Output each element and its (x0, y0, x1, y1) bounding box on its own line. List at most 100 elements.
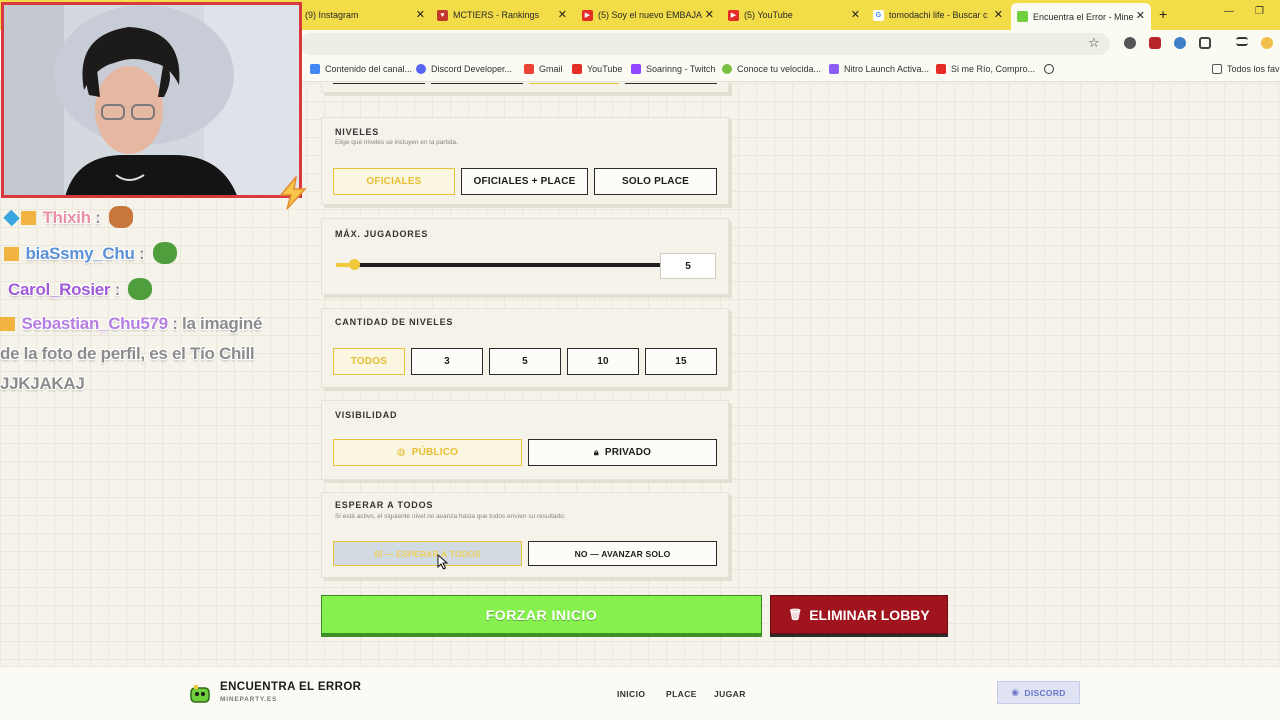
speedtest-icon (722, 64, 732, 74)
globe-icon (1044, 64, 1054, 74)
section-title: CANTIDAD DE NIVELES (335, 317, 454, 327)
trash-icon: 🗑︎ (788, 609, 803, 621)
discord-icon: ◉ (1011, 687, 1020, 697)
close-icon[interactable]: ✕ (1136, 9, 1145, 22)
gmail-icon (524, 64, 534, 74)
bookmark-item[interactable]: Soarinng - Twitch (631, 64, 715, 74)
close-icon[interactable]: ✕ (994, 8, 1003, 21)
chat-message: Thixih : (3, 206, 133, 228)
chat-text: JJKJAKAJ (0, 374, 85, 393)
chat-message-continued: de la foto de perfil, es el Tío Chill (0, 344, 255, 364)
bookmark-item[interactable]: Si me Río, Compro... (936, 64, 1035, 74)
profile-avatar[interactable] (1261, 37, 1273, 49)
google-icon: G (873, 9, 884, 21)
puzzle-icon[interactable] (1199, 37, 1211, 49)
lock-icon: 🔒︎ (593, 447, 599, 457)
card-visibilidad: VISIBILIDAD ◍ PÚBLICO 🔒︎ PRIVADO (321, 400, 729, 480)
menu-icon[interactable] (1236, 37, 1248, 46)
site-footer: ENCUENTRA EL ERROR MINEPARTY.ES INICIO P… (0, 666, 1280, 720)
twitch-icon (631, 64, 641, 74)
option-button[interactable] (529, 83, 619, 84)
crown-badge-icon (21, 211, 36, 225)
option-publico[interactable]: ◍ PÚBLICO (333, 439, 522, 466)
option-todos[interactable]: TODOS (333, 348, 405, 375)
section-title: NIVELES (335, 127, 380, 137)
chat-username: Thixih (42, 208, 91, 227)
players-slider[interactable] (336, 259, 662, 270)
footer-nav-jugar[interactable]: JUGAR (714, 689, 746, 699)
card-previous (321, 83, 729, 93)
option-button[interactable] (431, 83, 523, 84)
discord-button[interactable]: ◉ DISCORD (997, 681, 1080, 704)
bookmark-item[interactable] (1044, 64, 1059, 74)
option-esperar-si[interactable]: SÍ — ESPERAR A TODOS (333, 541, 522, 566)
monkey-emote-icon (108, 206, 133, 228)
all-bookmarks[interactable]: Todos los fav (1212, 64, 1280, 74)
bookmark-item[interactable]: Gmail (524, 64, 563, 74)
option-5[interactable]: 5 (489, 348, 561, 375)
mineparty-icon (1017, 11, 1028, 22)
chat-text: de la foto de perfil, es el Tío Chill (0, 344, 255, 363)
option-button[interactable] (625, 83, 717, 84)
bookmark-item[interactable]: YouTube (572, 64, 622, 74)
option-oficiales[interactable]: OFICIALES (333, 168, 455, 195)
close-icon[interactable]: ✕ (416, 8, 425, 21)
bookmark-item[interactable]: Contenido del canal... (310, 64, 412, 74)
tab-label: (5) Soy el nuevo EMBAJA (598, 10, 703, 20)
tab-instagram[interactable]: (9) Instagram ✕ (305, 4, 425, 26)
bookmark-star-icon[interactable]: ☆ (1088, 35, 1100, 51)
mineparty-logo[interactable] (189, 683, 211, 705)
option-esperar-no[interactable]: NO — AVANZAR SOLO (528, 541, 717, 566)
extension-icon[interactable] (1174, 37, 1186, 49)
chat-username: Carol_Rosier (8, 280, 111, 299)
extension-icon[interactable] (1149, 37, 1161, 49)
close-icon[interactable]: ✕ (851, 8, 860, 21)
globe-icon: ◍ (396, 447, 406, 458)
extension-icon[interactable] (1124, 37, 1136, 49)
footer-brand[interactable]: ENCUENTRA EL ERROR (220, 681, 361, 693)
option-15[interactable]: 15 (645, 348, 717, 375)
option-oficiales-place[interactable]: OFICIALES + PLACE (461, 168, 588, 195)
chat-message: Sebastian_Chu579 : la imaginé (0, 314, 262, 334)
close-icon[interactable]: ✕ (705, 8, 714, 21)
option-button[interactable] (333, 83, 425, 84)
crown-badge-icon (4, 247, 19, 261)
youtube-icon: ▶ (582, 9, 593, 21)
minimize-icon[interactable]: — (1224, 6, 1234, 17)
players-value-input[interactable]: 5 (660, 253, 716, 279)
footer-nav-place[interactable]: PLACE (666, 689, 697, 699)
restore-icon[interactable]: ❐ (1255, 6, 1264, 17)
card-max-jugadores: MÁX. JUGADORES 5 (321, 218, 729, 295)
force-start-button[interactable]: FORZAR INICIO (321, 595, 762, 634)
tab-youtube[interactable]: ▶ (5) YouTube ✕ (728, 4, 860, 26)
tab-label: (9) Instagram (305, 10, 359, 20)
youtube-icon (936, 64, 946, 74)
bookmark-item[interactable]: Discord Developer... (416, 64, 512, 74)
option-privado[interactable]: 🔒︎ PRIVADO (528, 439, 717, 466)
pepe-emote-icon (152, 242, 177, 264)
bookmark-item[interactable]: Nitro Launch Activa... (829, 64, 929, 74)
new-tab-button[interactable]: + (1159, 6, 1167, 22)
address-bar[interactable] (300, 33, 1110, 55)
webcam-feed-image (4, 5, 299, 195)
option-solo-place[interactable]: SOLO PLACE (594, 168, 717, 195)
tab-label: Encuentra el Error - Mine (1033, 11, 1134, 22)
chat-message: biaSsmy_Chu : (4, 242, 177, 264)
close-icon[interactable]: ✕ (558, 8, 567, 21)
option-3[interactable]: 3 (411, 348, 483, 375)
crown-badge-icon (0, 317, 15, 331)
section-title: MÁX. JUGADORES (335, 229, 429, 239)
bookmark-item[interactable]: Conoce tu velocida... (722, 64, 821, 74)
tab-google-search[interactable]: G tomodachi life - Buscar c ✕ (873, 4, 1003, 26)
slider-handle[interactable] (349, 259, 360, 270)
mouse-cursor-icon (437, 554, 449, 570)
footer-nav-inicio[interactable]: INICIO (617, 689, 645, 699)
chat-username: Sebastian_Chu579 (21, 314, 168, 333)
tab-label: (5) YouTube (744, 10, 793, 20)
option-10[interactable]: 10 (567, 348, 639, 375)
tab-mctiers[interactable]: ♥ MCTIERS - Rankings ✕ (437, 4, 567, 26)
tab-encuentra-el-error[interactable]: Encuentra el Error - Mine ✕ (1011, 3, 1151, 30)
tab-youtube-video[interactable]: ▶ (5) Soy el nuevo EMBAJA ✕ (582, 4, 714, 26)
folder-icon (1212, 64, 1222, 74)
delete-lobby-button[interactable]: 🗑︎ ELIMINAR LOBBY (770, 595, 948, 634)
